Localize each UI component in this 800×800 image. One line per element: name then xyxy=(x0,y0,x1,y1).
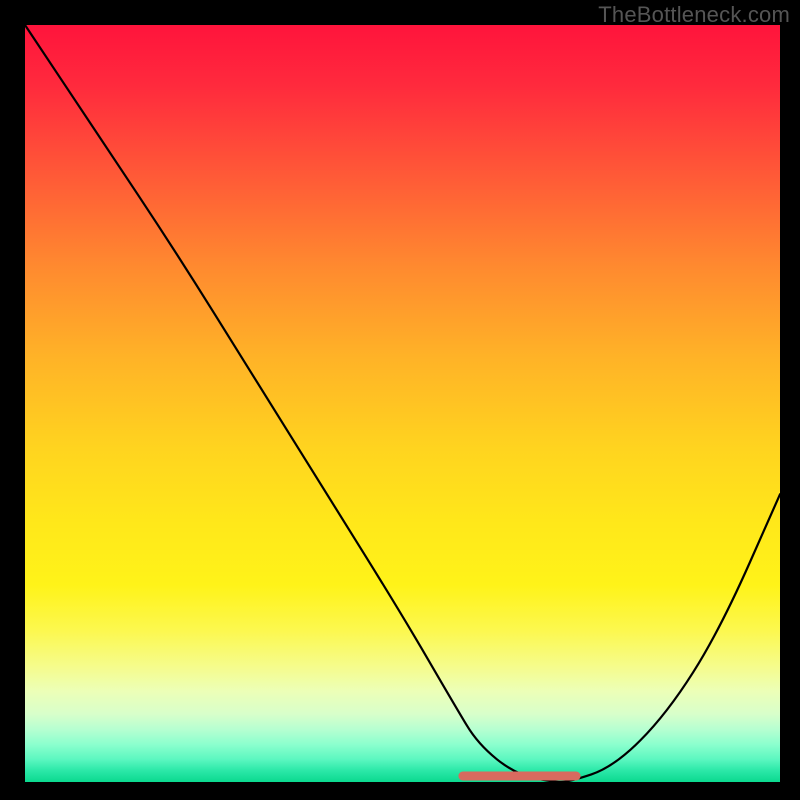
chart-overlay xyxy=(25,25,780,782)
watermark-text: TheBottleneck.com xyxy=(598,2,790,28)
chart-area xyxy=(25,25,780,782)
curve-line xyxy=(25,25,780,782)
